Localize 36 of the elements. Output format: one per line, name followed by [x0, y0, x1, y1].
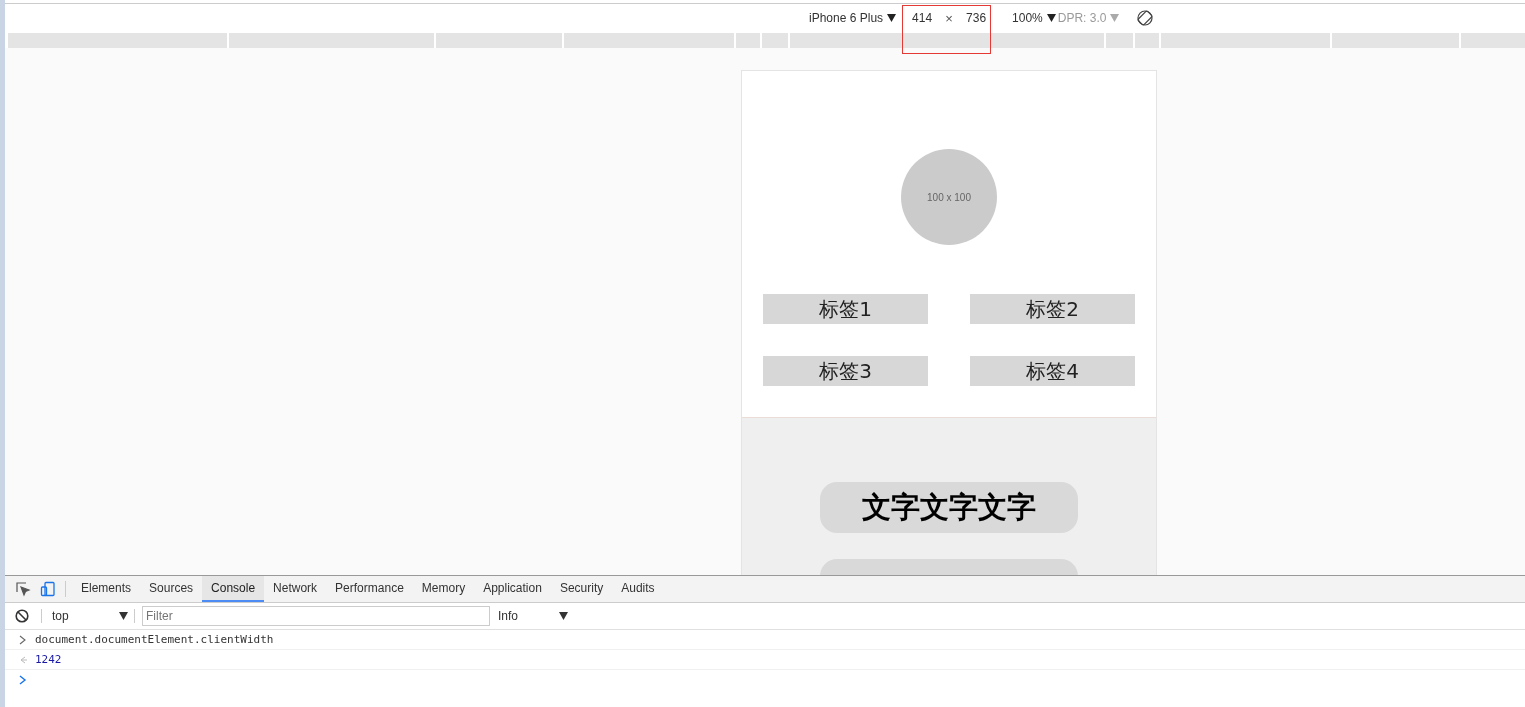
level-selector[interactable]: Info: [498, 609, 568, 623]
tag-label: 标签3: [763, 356, 928, 386]
devtools-tab[interactable]: Application: [474, 576, 551, 602]
clear-icon[interactable]: [15, 609, 29, 623]
zoom-selector[interactable]: 100%: [1012, 11, 1043, 25]
devtools-tab[interactable]: Memory: [412, 576, 475, 602]
caret-icon[interactable]: [887, 14, 897, 22]
placeholder-label: 100 x 100: [927, 191, 971, 203]
devtools-tab[interactable]: Network: [264, 576, 327, 602]
rotate-icon[interactable]: [1137, 10, 1154, 26]
return-arrow-icon: [19, 654, 27, 665]
tag-label: 标签1: [763, 294, 928, 324]
caret-icon[interactable]: [1046, 14, 1056, 22]
devtools-tab[interactable]: Audits: [612, 576, 664, 602]
devtools-tab[interactable]: Security: [550, 576, 613, 602]
context-selector[interactable]: top: [42, 609, 134, 623]
tag-label: 标签4: [970, 356, 1135, 386]
console-result: 1242: [35, 653, 62, 666]
inspect-icon[interactable]: [15, 581, 31, 597]
prompt-icon[interactable]: [19, 674, 27, 685]
devtools-tab[interactable]: Performance: [326, 576, 413, 602]
caret-icon[interactable]: [119, 612, 128, 620]
text-button[interactable]: 文字文字文字: [820, 482, 1078, 533]
height-field[interactable]: 736: [966, 11, 987, 25]
filter-field[interactable]: Filter: [142, 606, 490, 626]
tag-label: 标签2: [970, 294, 1135, 324]
width-field[interactable]: 414: [912, 11, 933, 25]
device-toggle-icon[interactable]: [40, 581, 56, 597]
chevron-icon: [19, 634, 27, 645]
device-selector[interactable]: iPhone 6 Plus: [809, 11, 884, 25]
caret-icon[interactable]: [559, 612, 568, 620]
console-command: document.documentElement.clientWidth: [35, 633, 274, 646]
devtools-tab[interactable]: Sources: [140, 576, 203, 602]
devtools-tab[interactable]: Console: [202, 576, 265, 602]
devtools-tab[interactable]: Elements: [72, 576, 141, 602]
times-sign: ×: [945, 10, 953, 26]
